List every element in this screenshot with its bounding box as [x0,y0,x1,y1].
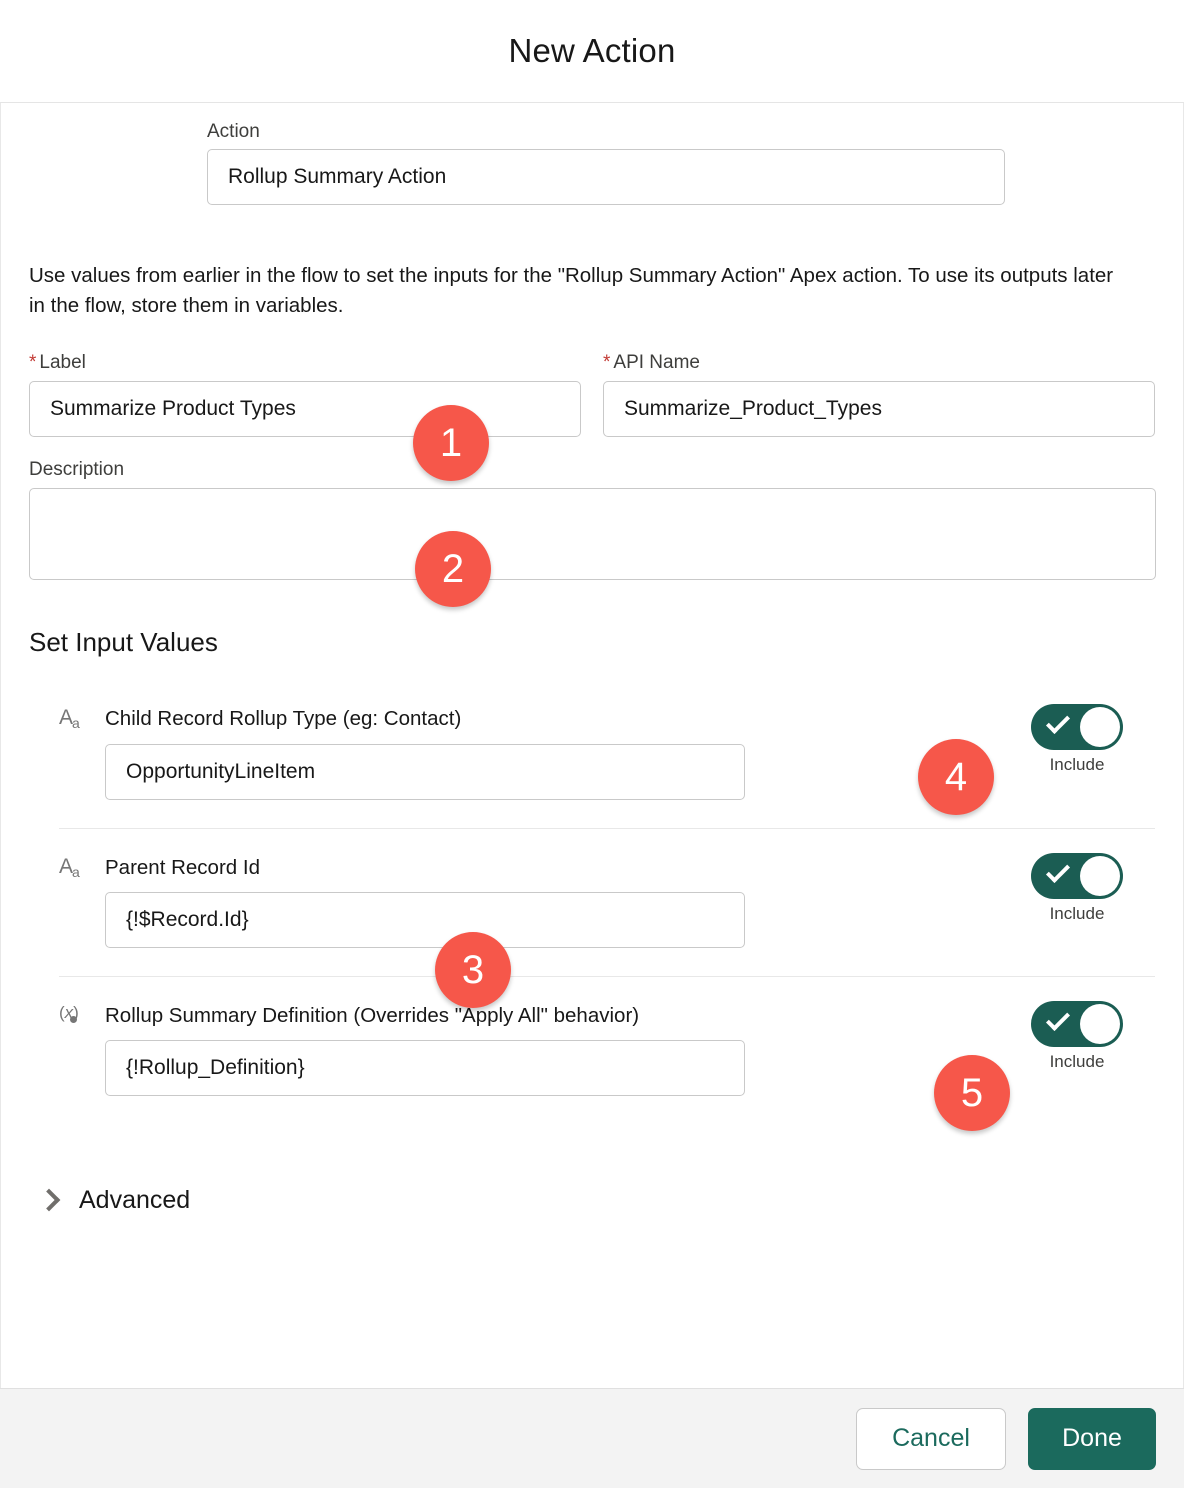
api-name-input[interactable]: Summarize_Product_Types [603,381,1155,438]
page-title: New Action [508,32,676,69]
done-button[interactable]: Done [1028,1407,1156,1470]
child-record-rollup-type-input[interactable]: OpportunityLineItem [105,743,745,800]
label-field-label: * Label [29,352,86,374]
check-icon [1045,710,1071,735]
input-row-label: Parent Record Id [105,855,260,879]
child-record-rollup-type-toggle-group: Include [1027,704,1127,775]
rollup-summary-definition-input[interactable]: {!Rollup_Definition} [105,1039,745,1096]
parent-record-id-toggle[interactable] [1031,852,1123,899]
required-asterisk: * [29,352,37,374]
input-row-head: Aa Parent Record Id [59,853,1155,882]
rollup-summary-definition-toggle[interactable] [1031,1000,1123,1047]
modal-body: Action Rollup Summary Action Use values … [0,103,1184,1388]
toggle-label: Include [1049,903,1105,923]
label-input[interactable]: Summarize Product Types [29,381,581,438]
description-field-group: Description [29,459,1156,581]
check-icon [1045,858,1071,883]
input-row-head: Aa Child Record Rollup Type (eg: Contact… [59,704,1155,733]
api-name-field-group: * API Name Summarize_Product_Types [603,352,1155,438]
input-row-label: Rollup Summary Definition (Overrides "Ap… [105,1003,640,1027]
rollup-summary-definition-toggle-group: Include [1027,1000,1127,1072]
modal-footer: Cancel Done [0,1388,1184,1488]
input-row: Aa Parent Record Id {!$Record.Id} Includ… [59,827,1155,976]
action-label: Action [207,121,260,142]
chevron-right-icon [37,1188,61,1212]
set-input-values-title: Set Input Values [29,627,218,658]
input-row: (x) Rollup Summary Definition (Overrides… [59,975,1155,1124]
parent-record-id-toggle-group: Include [1027,852,1127,924]
text-type-icon: Aa [59,706,80,732]
toggle-label: Include [1049,1051,1105,1071]
apex-variable-icon: (x) [59,1002,79,1023]
input-row-head: (x) Rollup Summary Definition (Overrides… [59,1001,1155,1030]
required-asterisk: * [603,352,611,374]
toggle-knob [1080,1003,1120,1044]
api-name-field-label: * API Name [603,352,700,374]
toggle-label: Include [1049,755,1105,775]
modal-header: New Action [0,0,1184,103]
description-textarea[interactable] [29,488,1156,581]
text-type-icon: Aa [59,854,80,880]
action-block: Action Rollup Summary Action [29,103,1155,205]
child-record-rollup-type-toggle[interactable] [1031,704,1123,751]
toggle-knob [1080,855,1120,896]
toggle-knob [1080,707,1120,748]
input-row-label: Child Record Rollup Type (eg: Contact) [105,707,462,731]
description-label: Description [29,459,125,481]
advanced-label: Advanced [79,1185,191,1214]
label-field-group: * Label Summarize Product Types [29,352,581,438]
input-row: Aa Child Record Rollup Type (eg: Contact… [59,680,1155,827]
input-rows-list: Aa Child Record Rollup Type (eg: Contact… [29,680,1155,1123]
help-text: Use values from earlier in the flow to s… [29,264,1114,317]
advanced-section-toggle[interactable]: Advanced [29,1186,1155,1215]
parent-record-id-input[interactable]: {!$Record.Id} [105,891,745,948]
label-api-row: * Label Summarize Product Types * API Name… [29,352,1155,438]
cancel-button[interactable]: Cancel [856,1407,1006,1470]
check-icon [1045,1006,1071,1031]
action-input[interactable]: Rollup Summary Action [207,149,1005,205]
